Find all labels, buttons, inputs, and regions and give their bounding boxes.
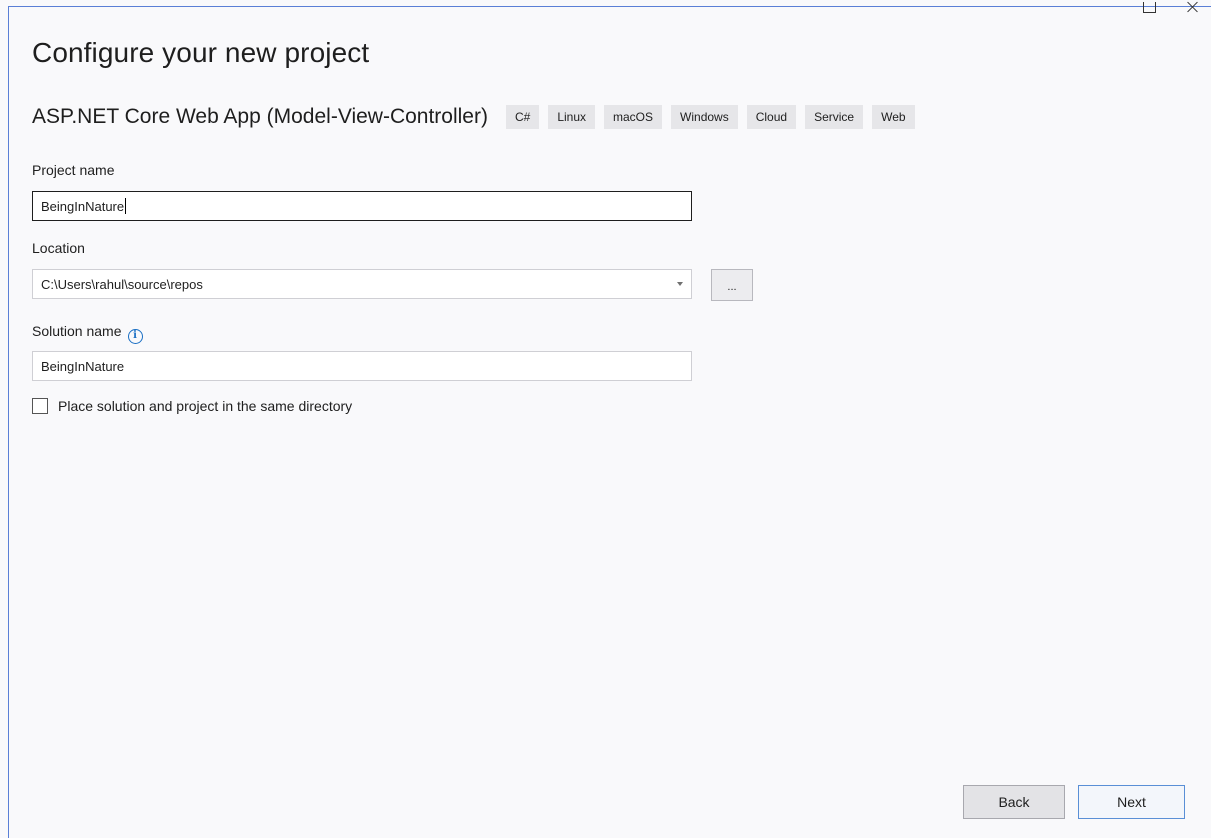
window-controls — [1141, 2, 1201, 17]
tag-service: Service — [805, 105, 864, 129]
page-title: Configure your new project — [32, 37, 370, 68]
same-directory-checkbox[interactable] — [32, 398, 48, 414]
project-name-label: Project name — [32, 162, 115, 178]
tag-cloud: Cloud — [746, 105, 797, 129]
tag-linux: Linux — [548, 105, 596, 129]
back-button[interactable]: Back — [963, 785, 1065, 819]
browse-button[interactable]: ... — [711, 269, 753, 301]
tag-web: Web — [872, 105, 915, 129]
template-header: ASP.NET Core Web App (Model-View-Control… — [32, 105, 924, 129]
next-button[interactable]: Next — [1078, 785, 1185, 819]
same-directory-row[interactable]: Place solution and project in the same d… — [32, 398, 352, 414]
info-icon[interactable]: i — [127, 328, 143, 344]
close-icon[interactable] — [1185, 4, 1201, 16]
same-directory-label[interactable]: Place solution and project in the same d… — [58, 398, 352, 414]
solution-name-value: BeingInNature — [41, 358, 125, 374]
location-label: Location — [32, 240, 85, 256]
solution-name-input[interactable]: BeingInNature — [32, 351, 692, 381]
project-name-value: BeingInNature — [41, 198, 125, 214]
solution-name-label: Solution name — [32, 323, 122, 339]
tag-windows: Windows — [671, 105, 738, 129]
project-name-input[interactable]: BeingInNature — [32, 191, 692, 221]
text-caret — [125, 198, 127, 214]
location-value: C:\Users\rahul\source\repos — [41, 276, 203, 292]
solution-name-label-row: Solution name i — [32, 323, 143, 344]
tag-csharp: C# — [505, 105, 540, 129]
template-name: ASP.NET Core Web App (Model-View-Control… — [32, 105, 488, 128]
tag-macos: macOS — [604, 105, 663, 129]
maximize-icon[interactable] — [1141, 2, 1157, 16]
chevron-down-icon[interactable] — [677, 282, 683, 286]
dialog-window: Configure your new project ASP.NET Core … — [8, 2, 1211, 838]
location-combobox[interactable]: C:\Users\rahul\source\repos — [32, 269, 692, 299]
